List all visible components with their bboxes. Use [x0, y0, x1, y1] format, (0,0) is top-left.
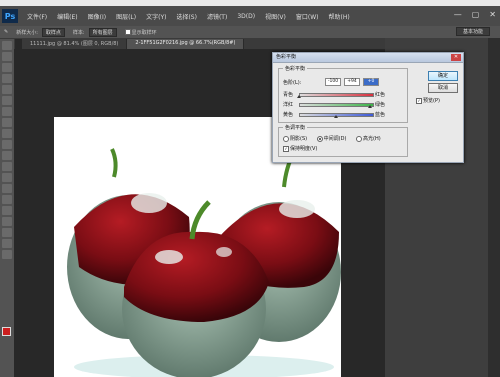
marquee-tool-icon[interactable] — [2, 52, 12, 61]
menu-image[interactable]: 图像(I) — [83, 12, 111, 21]
blur-tool-icon[interactable] — [2, 173, 12, 182]
menu-type[interactable]: 文字(Y) — [141, 12, 171, 21]
pen-tool-icon[interactable] — [2, 195, 12, 204]
radio-highlights-dot — [356, 135, 363, 142]
healing-tool-icon[interactable] — [2, 107, 12, 116]
tone-balance-group: 色调平衡 — [278, 124, 408, 157]
menu-bar: Ps 文件(F) 编辑(E) 图像(I) 图层(L) 文字(Y) 选择(S) 滤… — [0, 6, 500, 26]
menu-filter[interactable]: 滤镜(T) — [202, 12, 232, 21]
menu-help[interactable]: 帮助(H) — [324, 12, 355, 21]
show-ring-label: 显示取样环 — [131, 29, 157, 36]
brush-tool-icon[interactable] — [2, 118, 12, 127]
hand-tool-icon[interactable] — [2, 239, 12, 248]
cyan-red-track — [299, 93, 374, 97]
sample-select[interactable]: 所有图层 — [88, 27, 117, 37]
sample-size-label: 新样大小: — [16, 29, 38, 36]
quick-select-tool-icon[interactable] — [2, 74, 12, 83]
preserve-luminosity-label: 保持明度(V) — [290, 146, 318, 152]
radio-shadows[interactable]: 阴影(S) — [283, 135, 308, 142]
preview-check-icon: ✓ — [416, 97, 422, 104]
menu-3d[interactable]: 3D(D) — [232, 13, 260, 20]
menu-view[interactable]: 视图(V) — [260, 12, 291, 21]
slider-blue-label: 蓝色 — [374, 112, 385, 118]
menu-edit[interactable]: 编辑(E) — [52, 12, 82, 21]
color-balance-dialog: 色彩平衡 ✕ 色彩平衡 色阶(L): -100 +94 +0 青色 红色 洋红 … — [272, 52, 464, 163]
eraser-tool-icon[interactable] — [2, 151, 12, 160]
slider-red-label: 红色 — [374, 92, 385, 98]
preview-label: 预览(P) — [423, 98, 440, 104]
history-brush-tool-icon[interactable] — [2, 140, 12, 149]
preserve-check-icon: ✓ — [283, 145, 289, 152]
photoshop-logo: Ps — [2, 9, 18, 23]
preserve-luminosity-checkbox[interactable]: ✓ 保持明度(V) — [283, 145, 317, 152]
tone-radio-row: 阴影(S) 中间调(D) 高光(H) — [283, 135, 381, 142]
menu-file[interactable]: 文件(F) — [22, 12, 52, 21]
path-select-tool-icon[interactable] — [2, 217, 12, 226]
tools-panel — [0, 39, 15, 377]
move-tool-icon[interactable] — [2, 41, 12, 50]
sample-size-select[interactable]: 取样点 — [41, 27, 65, 37]
type-tool-icon[interactable] — [2, 206, 12, 215]
slider-cyan-red[interactable]: 青色 红色 — [283, 91, 385, 98]
sample-label: 样本: — [72, 29, 85, 36]
cyan-red-thumb[interactable] — [297, 95, 301, 98]
radio-midtones-dot — [316, 135, 323, 142]
foreground-color-swatch[interactable] — [2, 327, 11, 336]
menu-window[interactable]: 窗口(W) — [291, 12, 324, 21]
radio-shadows-dot — [283, 135, 289, 142]
magenta-green-thumb[interactable] — [367, 105, 372, 108]
color-balance-legend: 色彩平衡 — [283, 65, 308, 72]
menu-select[interactable]: 选择(S) — [171, 12, 202, 21]
dialog-title: 色彩平衡 — [273, 53, 463, 63]
slider-green-label: 绿色 — [374, 102, 385, 108]
levels-label: 色阶(L): — [283, 80, 302, 86]
workspace-select[interactable]: 基本功能 — [455, 27, 490, 36]
show-ring-checkbox[interactable]: 显示取样环 — [121, 29, 161, 36]
radio-midtones[interactable]: 中间调(D) — [316, 135, 347, 142]
dodge-tool-icon[interactable] — [2, 184, 12, 193]
yellow-blue-thumb[interactable] — [333, 115, 338, 118]
dialog-close-button[interactable]: ✕ — [451, 54, 461, 61]
minimize-button[interactable]: — — [454, 10, 462, 19]
level-input-2[interactable]: +94 — [344, 78, 360, 86]
ok-button[interactable]: 确定 — [428, 71, 458, 81]
magenta-green-track — [299, 103, 374, 107]
document-tab-1[interactable]: 11111.jpg @ 81.4% (图层 0, RGB/8) — [22, 39, 128, 49]
level-input-1[interactable]: -100 — [325, 78, 341, 86]
crop-tool-icon[interactable] — [2, 85, 12, 94]
slider-yellow-blue[interactable]: 黄色 蓝色 — [283, 111, 385, 118]
show-ring-check-icon — [124, 29, 131, 35]
level-input-3[interactable]: +0 — [363, 78, 379, 86]
radio-highlights-label: 高光(H) — [363, 136, 381, 142]
clone-stamp-tool-icon[interactable] — [2, 129, 12, 138]
radio-midtones-label: 中间调(D) — [323, 136, 347, 142]
slider-yellow-label: 黄色 — [283, 112, 294, 118]
close-window-button[interactable]: ✕ — [489, 10, 496, 19]
right-panel-strip — [488, 38, 500, 377]
eyedropper-icon[interactable]: ✎ — [0, 29, 12, 35]
radio-highlights[interactable]: 高光(H) — [356, 135, 381, 142]
gradient-tool-icon[interactable] — [2, 162, 12, 171]
document-tab-2[interactable]: 2-1FF51G2F0216.jpg @ 66.7%(RGB/8#) — [127, 39, 245, 49]
tone-balance-legend: 色调平衡 — [283, 124, 308, 131]
radio-shadows-label: 阴影(S) — [290, 136, 308, 142]
lasso-tool-icon[interactable] — [2, 63, 12, 72]
maximize-button[interactable]: ▢ — [472, 10, 480, 19]
shape-tool-icon[interactable] — [2, 228, 12, 237]
cancel-button[interactable]: 取消 — [428, 83, 458, 93]
slider-magenta-label: 洋红 — [283, 102, 294, 108]
slider-cyan-label: 青色 — [283, 92, 294, 98]
preview-checkbox[interactable]: ✓ 预览(P) — [416, 97, 440, 104]
menu-layer[interactable]: 图层(L) — [111, 12, 141, 21]
slider-magenta-green[interactable]: 洋红 绿色 — [283, 101, 385, 108]
zoom-tool-icon[interactable] — [2, 250, 12, 259]
eyedropper-tool-icon[interactable] — [2, 96, 12, 105]
